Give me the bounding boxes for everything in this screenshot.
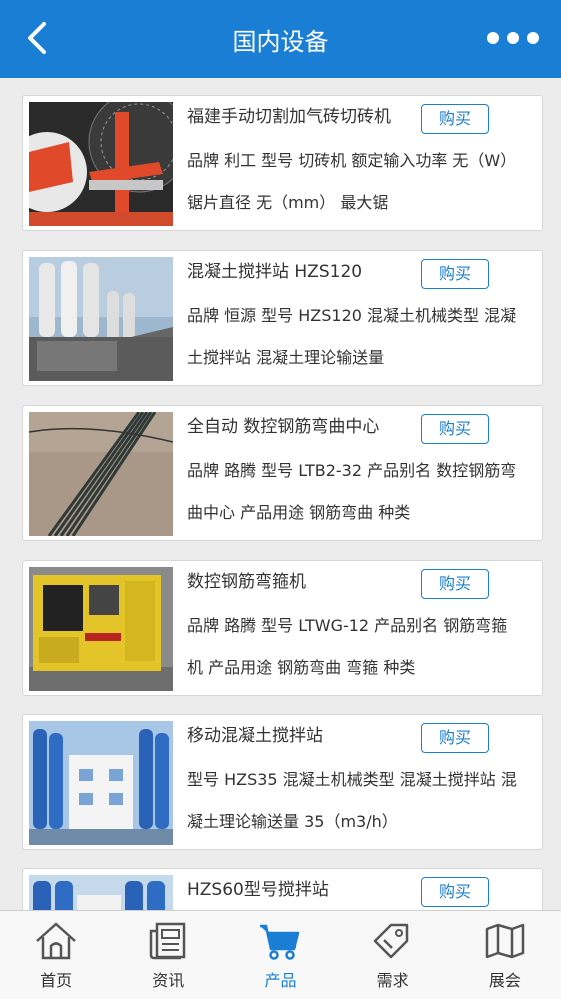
product-title[interactable]: 混凝土搅拌站 HZS120 (187, 261, 419, 283)
tag-icon (373, 923, 408, 959)
more-dot (527, 32, 539, 44)
product-description: 品牌 路腾 型号 LTB2-32 产品别名 数控钢筋弯曲中心 产品用途 钢筋弯曲… (187, 461, 517, 522)
tab-label: 资讯 (152, 971, 185, 990)
buy-button[interactable]: 购买 (421, 723, 489, 753)
product-description: 品牌 恒源 型号 HZS120 混凝土机械类型 混凝土搅拌站 混凝土理论输送量 (187, 306, 517, 367)
product-description: 品牌 利工 型号 切砖机 额定输入功率 无（W） 锯片直径 无（mm） 最大锯 (187, 151, 517, 212)
bottom-tab-bar: 首页 资讯 产品 需求 展会 (0, 910, 561, 999)
tab-home[interactable]: 首页 (0, 911, 112, 999)
tab-exhibition[interactable]: 展会 (449, 911, 561, 999)
product-card[interactable]: 福建手动切割加气砖切砖机 购买 品牌 利工 型号 切砖机 额定输入功率 无（W）… (22, 95, 543, 231)
page-title: 国内设备 (232, 28, 329, 56)
product-image (29, 721, 173, 845)
tab-news[interactable]: 资讯 (112, 911, 224, 999)
map-icon (485, 923, 525, 959)
product-description: 品牌 路腾 型号 LTWG-12 产品别名 钢筋弯箍机 产品用途 钢筋弯曲 弯箍… (187, 616, 508, 677)
product-title[interactable]: 全自动 数控钢筋弯曲中心 (187, 416, 419, 438)
more-dots-icon (487, 32, 499, 44)
news-icon (150, 922, 186, 960)
tab-products[interactable]: 产品 (224, 911, 336, 999)
home-icon (36, 922, 76, 960)
tab-label: 展会 (488, 971, 521, 990)
top-bar: 国内设备 (0, 0, 561, 78)
more-dot (507, 32, 519, 44)
buy-button[interactable]: 购买 (421, 259, 489, 289)
product-image (29, 875, 173, 910)
tab-label: 需求 (376, 971, 409, 990)
product-card[interactable]: HZS60型号搅拌站 购买 (22, 868, 543, 910)
product-card[interactable]: 移动混凝土搅拌站 购买 型号 HZS35 混凝土机械类型 混凝土搅拌站 混凝土理… (22, 714, 543, 850)
product-image (29, 567, 173, 691)
product-card[interactable]: 全自动 数控钢筋弯曲中心 购买 品牌 路腾 型号 LTB2-32 产品别名 数控… (22, 405, 543, 541)
buy-button[interactable]: 购买 (421, 569, 489, 599)
product-list[interactable]: 福建手动切割加气砖切砖机 购买 品牌 利工 型号 切砖机 额定输入功率 无（W）… (0, 78, 561, 910)
cart-icon (260, 924, 300, 960)
product-title[interactable]: 移动混凝土搅拌站 (187, 725, 419, 747)
product-title[interactable]: HZS60型号搅拌站 (187, 879, 419, 901)
tab-label: 产品 (264, 971, 297, 990)
tab-label: 首页 (40, 971, 73, 990)
product-image (29, 257, 173, 381)
product-title[interactable]: 数控钢筋弯箍机 (187, 571, 419, 593)
product-card[interactable]: 混凝土搅拌站 HZS120 购买 品牌 恒源 型号 HZS120 混凝土机械类型… (22, 250, 543, 386)
more-button[interactable] (487, 28, 539, 48)
product-title[interactable]: 福建手动切割加气砖切砖机 (187, 106, 419, 128)
product-card[interactable]: 数控钢筋弯箍机 购买 品牌 路腾 型号 LTWG-12 产品别名 钢筋弯箍机 产… (22, 560, 543, 696)
tab-demand[interactable]: 需求 (337, 911, 449, 999)
buy-button[interactable]: 购买 (421, 104, 489, 134)
buy-button[interactable]: 购买 (421, 414, 489, 444)
buy-button[interactable]: 购买 (421, 877, 489, 907)
product-image (29, 102, 173, 226)
product-description: 型号 HZS35 混凝土机械类型 混凝土搅拌站 混凝土理论输送量 35（m3/h… (187, 770, 517, 831)
product-image (29, 412, 173, 536)
